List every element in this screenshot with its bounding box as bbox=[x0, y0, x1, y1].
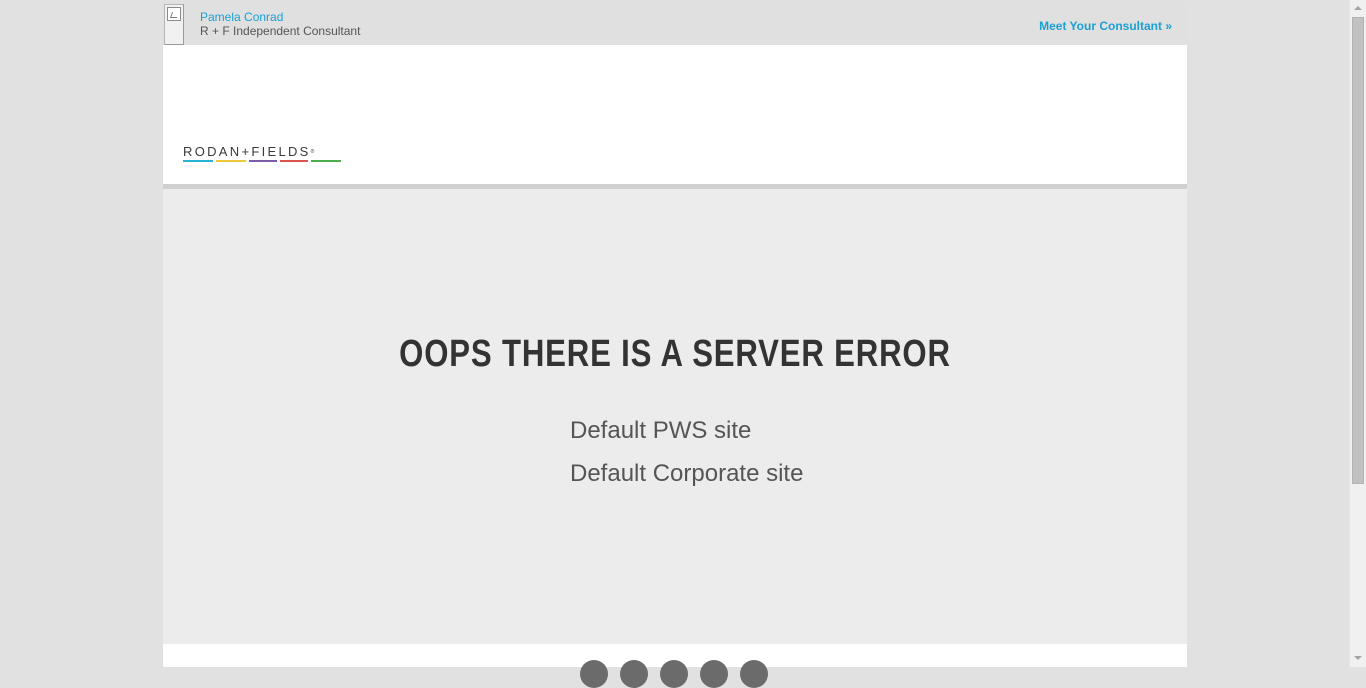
logo-color-stripes bbox=[183, 160, 343, 162]
site-footer bbox=[163, 644, 1187, 688]
scroll-down-arrow-icon[interactable] bbox=[1350, 650, 1366, 667]
default-pws-site-link[interactable]: Default PWS site bbox=[570, 417, 751, 445]
instagram-icon[interactable] bbox=[740, 660, 768, 688]
consultant-avatar bbox=[164, 4, 184, 45]
consultant-name-link[interactable]: Pamela Conrad bbox=[200, 10, 283, 24]
broken-image-icon bbox=[167, 7, 181, 21]
scrollbar-thumb[interactable] bbox=[1352, 17, 1364, 484]
consultant-bar: Pamela Conrad R + F Independent Consulta… bbox=[163, 2, 1187, 45]
twitter-icon[interactable] bbox=[620, 660, 648, 688]
meet-your-consultant-link[interactable]: Meet Your Consultant » bbox=[1039, 19, 1172, 33]
error-title: OOPS THERE IS A SERVER ERROR bbox=[399, 333, 951, 375]
vertical-scrollbar[interactable] bbox=[1349, 0, 1366, 667]
pinterest-icon[interactable] bbox=[660, 660, 688, 688]
rodan-fields-logo[interactable]: RODAN+FIELDS® bbox=[183, 145, 348, 165]
youtube-icon[interactable] bbox=[700, 660, 728, 688]
error-content: OOPS THERE IS A SERVER ERROR Default PWS… bbox=[163, 189, 1187, 644]
scroll-up-arrow-icon[interactable] bbox=[1350, 0, 1366, 17]
default-corporate-site-link[interactable]: Default Corporate site bbox=[570, 460, 803, 488]
site-header: RODAN+FIELDS® bbox=[163, 45, 1187, 184]
facebook-icon[interactable] bbox=[580, 660, 608, 688]
page-container: Pamela Conrad R + F Independent Consulta… bbox=[163, 0, 1187, 688]
consultant-title: R + F Independent Consultant bbox=[200, 24, 361, 38]
logo-wordmark: RODAN+FIELDS® bbox=[183, 144, 315, 159]
